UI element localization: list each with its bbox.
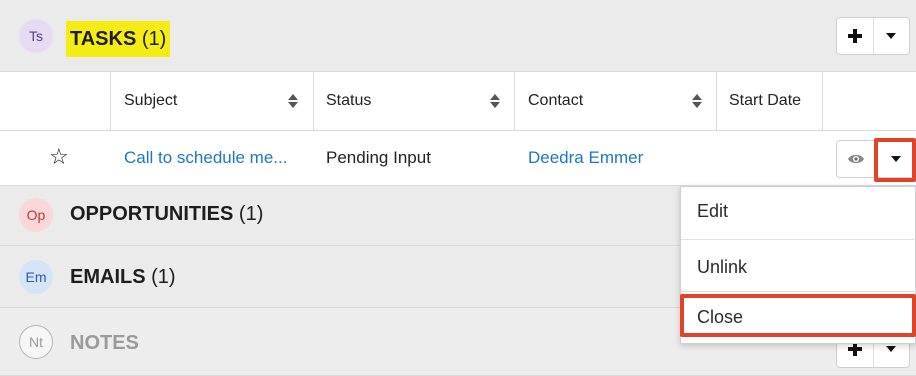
plus-icon	[847, 29, 862, 43]
menu-item-edit[interactable]: Edit	[681, 187, 916, 235]
subpanels-view: Ts TASKS (1) Subject Status Contact Star…	[0, 0, 916, 376]
menu-divider	[681, 291, 916, 292]
caret-down-icon	[886, 33, 897, 39]
column-header-status[interactable]: Status	[326, 92, 371, 110]
tasks-count: (1)	[141, 28, 167, 50]
row-actions-dropdown-button[interactable]	[876, 140, 916, 178]
column-header-start-date[interactable]: Start Date	[729, 92, 801, 110]
tasks-title-text: TASKS	[70, 28, 137, 50]
tasks-subpanel-header[interactable]: Ts TASKS (1)	[0, 0, 916, 72]
opportunities-title-text: OPPORTUNITIES	[70, 203, 234, 225]
notes-subpanel-title: NOTES	[70, 332, 139, 354]
emails-module-avatar: Em	[19, 260, 53, 294]
table-row: ☆ Call to schedule me... Pending Input D…	[0, 131, 916, 186]
column-divider	[110, 72, 111, 131]
tasks-table-header: Subject Status Contact Start Date	[0, 72, 916, 131]
tasks-subpanel-title: TASKS (1)	[66, 21, 171, 57]
opportunities-subpanel-title: OPPORTUNITIES (1)	[70, 203, 263, 226]
caret-down-icon	[890, 156, 901, 162]
column-header-subject[interactable]: Subject	[124, 92, 177, 110]
tasks-actions-dropdown-button[interactable]	[874, 18, 909, 54]
column-header-contact[interactable]: Contact	[528, 92, 583, 110]
column-divider	[313, 72, 314, 131]
menu-divider	[681, 239, 916, 240]
plus-icon	[847, 342, 862, 356]
caret-down-icon	[886, 346, 897, 352]
opportunities-module-avatar: Op	[19, 198, 53, 232]
star-outline-icon[interactable]: ☆	[49, 144, 69, 170]
tasks-create-button[interactable]	[837, 18, 874, 54]
eye-icon	[848, 154, 864, 164]
notes-module-avatar: Nt	[19, 325, 53, 359]
menu-item-close[interactable]: Close	[681, 293, 916, 341]
task-status: Pending Input	[326, 148, 431, 167]
column-divider	[716, 72, 717, 131]
column-divider	[514, 72, 515, 131]
task-subject-link[interactable]: Call to schedule me...	[124, 148, 287, 168]
sort-icon[interactable]	[692, 93, 702, 109]
emails-subpanel-title: EMAILS (1)	[70, 266, 176, 289]
task-contact-link[interactable]: Deedra Emmer	[528, 148, 643, 168]
menu-item-unlink[interactable]: Unlink	[681, 243, 916, 291]
opportunities-count: (1)	[238, 203, 264, 225]
tasks-actions-group	[836, 17, 910, 55]
preview-button[interactable]	[836, 140, 876, 178]
row-actions-menu: Edit Unlink Close	[680, 186, 916, 344]
emails-count: (1)	[151, 266, 176, 288]
sort-icon[interactable]	[288, 93, 298, 109]
emails-title-text: EMAILS	[70, 266, 146, 288]
sort-icon[interactable]	[490, 93, 500, 109]
tasks-module-avatar: Ts	[19, 19, 53, 53]
column-divider	[822, 72, 823, 131]
